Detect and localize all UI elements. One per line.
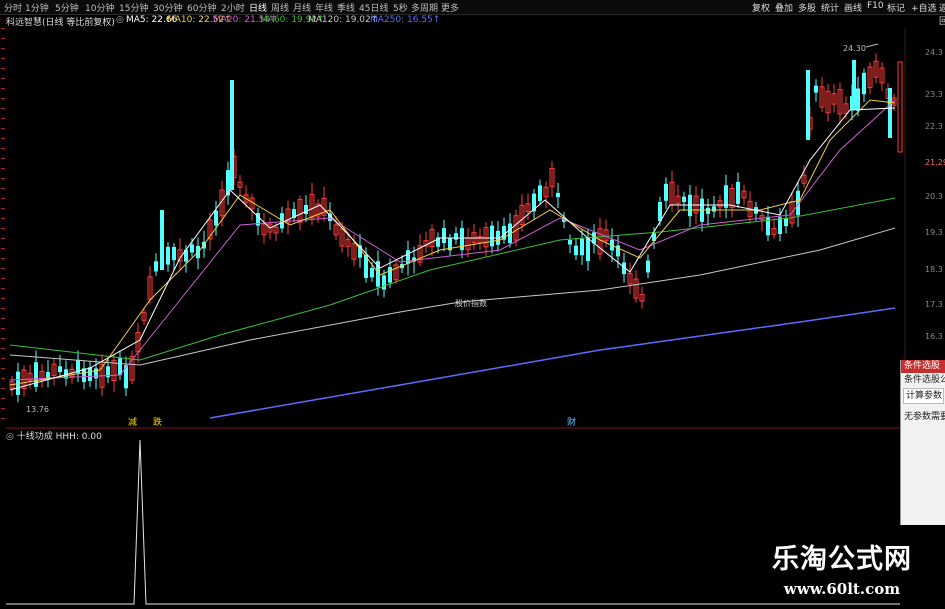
candle-body-spike [160, 210, 164, 270]
candle-body [538, 185, 542, 201]
candle-body [214, 210, 218, 226]
high-price-label: 24.30 [843, 44, 866, 53]
candle-body [94, 368, 98, 379]
candle-body [724, 185, 728, 208]
marker-die: 跌 [153, 418, 163, 428]
y-axis-label: 16.3 [925, 332, 943, 341]
candle-body [166, 246, 170, 265]
candle-body-spike [888, 88, 892, 138]
ma20-line [9, 99, 896, 381]
candle-body [574, 245, 578, 256]
candle-body [304, 204, 308, 215]
candle-body [556, 192, 560, 198]
indicator-text: 十线功成 HHH: 0.00 [16, 432, 102, 442]
candle-body [862, 72, 866, 95]
candle-body-spike [230, 80, 234, 190]
low-price-label: 13.76 [26, 405, 49, 414]
candle-body [226, 170, 230, 196]
candle-body [706, 207, 710, 214]
indicator-settings-icon[interactable]: ◎ [6, 432, 14, 442]
candle-body [442, 228, 446, 244]
candle-body [382, 275, 386, 290]
condition-panel-title: 条件选股 [901, 360, 945, 373]
candle-body [580, 238, 584, 256]
candle-body [712, 206, 716, 212]
condition-panel[interactable]: 条件选股 条件选股公式 计算参数 无参数需要 [900, 360, 945, 525]
watermark-url: www.60lt.com [783, 580, 901, 598]
y-axis-label: 20.3 [925, 192, 943, 201]
candle-body [658, 202, 662, 222]
candle-body [856, 88, 860, 111]
watermark-cn: 乐淘公式网 [772, 544, 912, 575]
y-axis-label: 23.3 [925, 90, 943, 99]
candle-body-spike [806, 70, 810, 140]
candle-body [646, 260, 650, 273]
candle-body [370, 267, 374, 278]
candle-body [172, 246, 176, 261]
y-axis-label: 24.3 [925, 48, 943, 57]
y-axis-label: 17.3 [925, 300, 943, 309]
indicator-label: ◎ 十线功成 HHH: 0.00 [6, 429, 102, 442]
y-axis-label: 22.3 [925, 122, 943, 131]
candle-body [664, 183, 668, 201]
watermark: 乐淘公式网 www.60lt.com [742, 537, 942, 598]
candle-body [154, 261, 158, 272]
y-axis-label: 21.29 [925, 158, 945, 167]
params-group: 计算参数 [903, 388, 944, 404]
candle-body [586, 237, 590, 262]
candle-body [766, 216, 770, 236]
high-arrow [865, 43, 879, 48]
center-annotation: 股价指数 [455, 299, 487, 308]
candle-body [190, 244, 194, 253]
candle-body [490, 225, 494, 247]
ma120-line [9, 227, 896, 366]
candle-body-spike [897, 61, 903, 153]
marker-jian: 减 [128, 418, 138, 428]
candle-body [454, 233, 458, 240]
ma5-line [9, 107, 896, 391]
candle-body [682, 196, 686, 203]
formula-row[interactable]: 条件选股公式 [901, 373, 945, 388]
candle-body [784, 218, 788, 227]
ma10-line [9, 99, 896, 386]
ma250-line [209, 307, 896, 419]
candle-body [88, 367, 92, 382]
y-axis-label: 18.3 [925, 265, 943, 274]
candle-body-spike [852, 60, 856, 110]
candle-body [58, 366, 62, 372]
no-param-text: 无参数需要 [904, 412, 945, 422]
candle-body [778, 217, 782, 234]
candle-body [568, 240, 572, 245]
candle-body [736, 181, 740, 204]
marker-cai: 财 [567, 418, 577, 428]
candle-body [814, 85, 818, 93]
y-axis-label: 19.3 [925, 228, 943, 237]
candle-body [388, 267, 392, 283]
